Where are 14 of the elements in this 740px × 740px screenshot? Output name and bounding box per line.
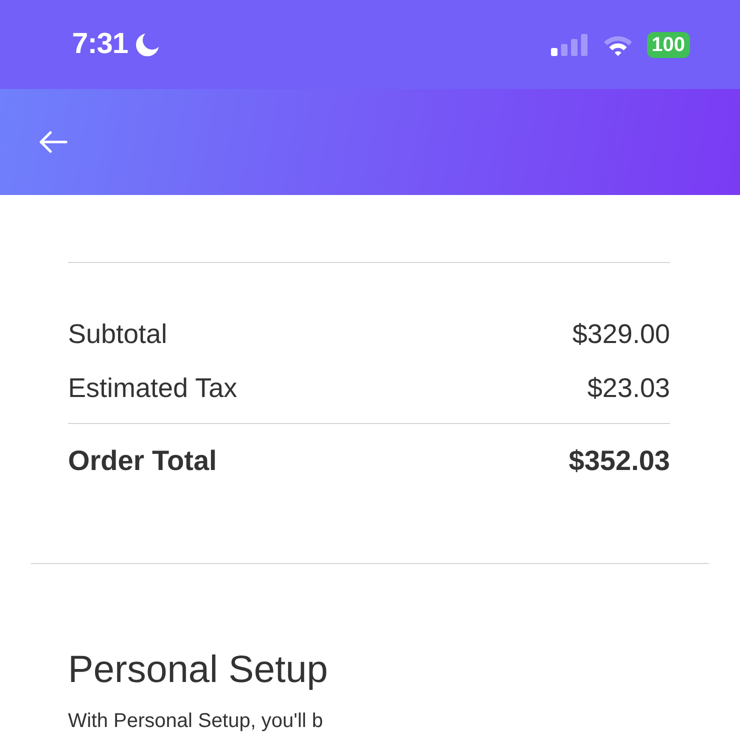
wifi-icon bbox=[602, 34, 633, 56]
section-description: With Personal Setup, you'll b bbox=[68, 709, 324, 734]
summary-amount: $352.03 bbox=[568, 445, 670, 477]
section-heading: Personal Setup bbox=[68, 648, 329, 693]
summary-amount: $23.03 bbox=[587, 372, 670, 404]
summary-amount: $329.00 bbox=[572, 318, 670, 350]
battery-indicator: 100 bbox=[646, 32, 690, 58]
signal-icon bbox=[550, 34, 589, 56]
summary-label: Estimated Tax bbox=[68, 372, 238, 404]
status-time: 7:31 bbox=[72, 28, 128, 61]
arrow-left-icon bbox=[38, 130, 68, 154]
moon-icon bbox=[135, 32, 160, 57]
summary-label: Subtotal bbox=[68, 318, 168, 350]
summary-label: Order Total bbox=[68, 445, 217, 477]
